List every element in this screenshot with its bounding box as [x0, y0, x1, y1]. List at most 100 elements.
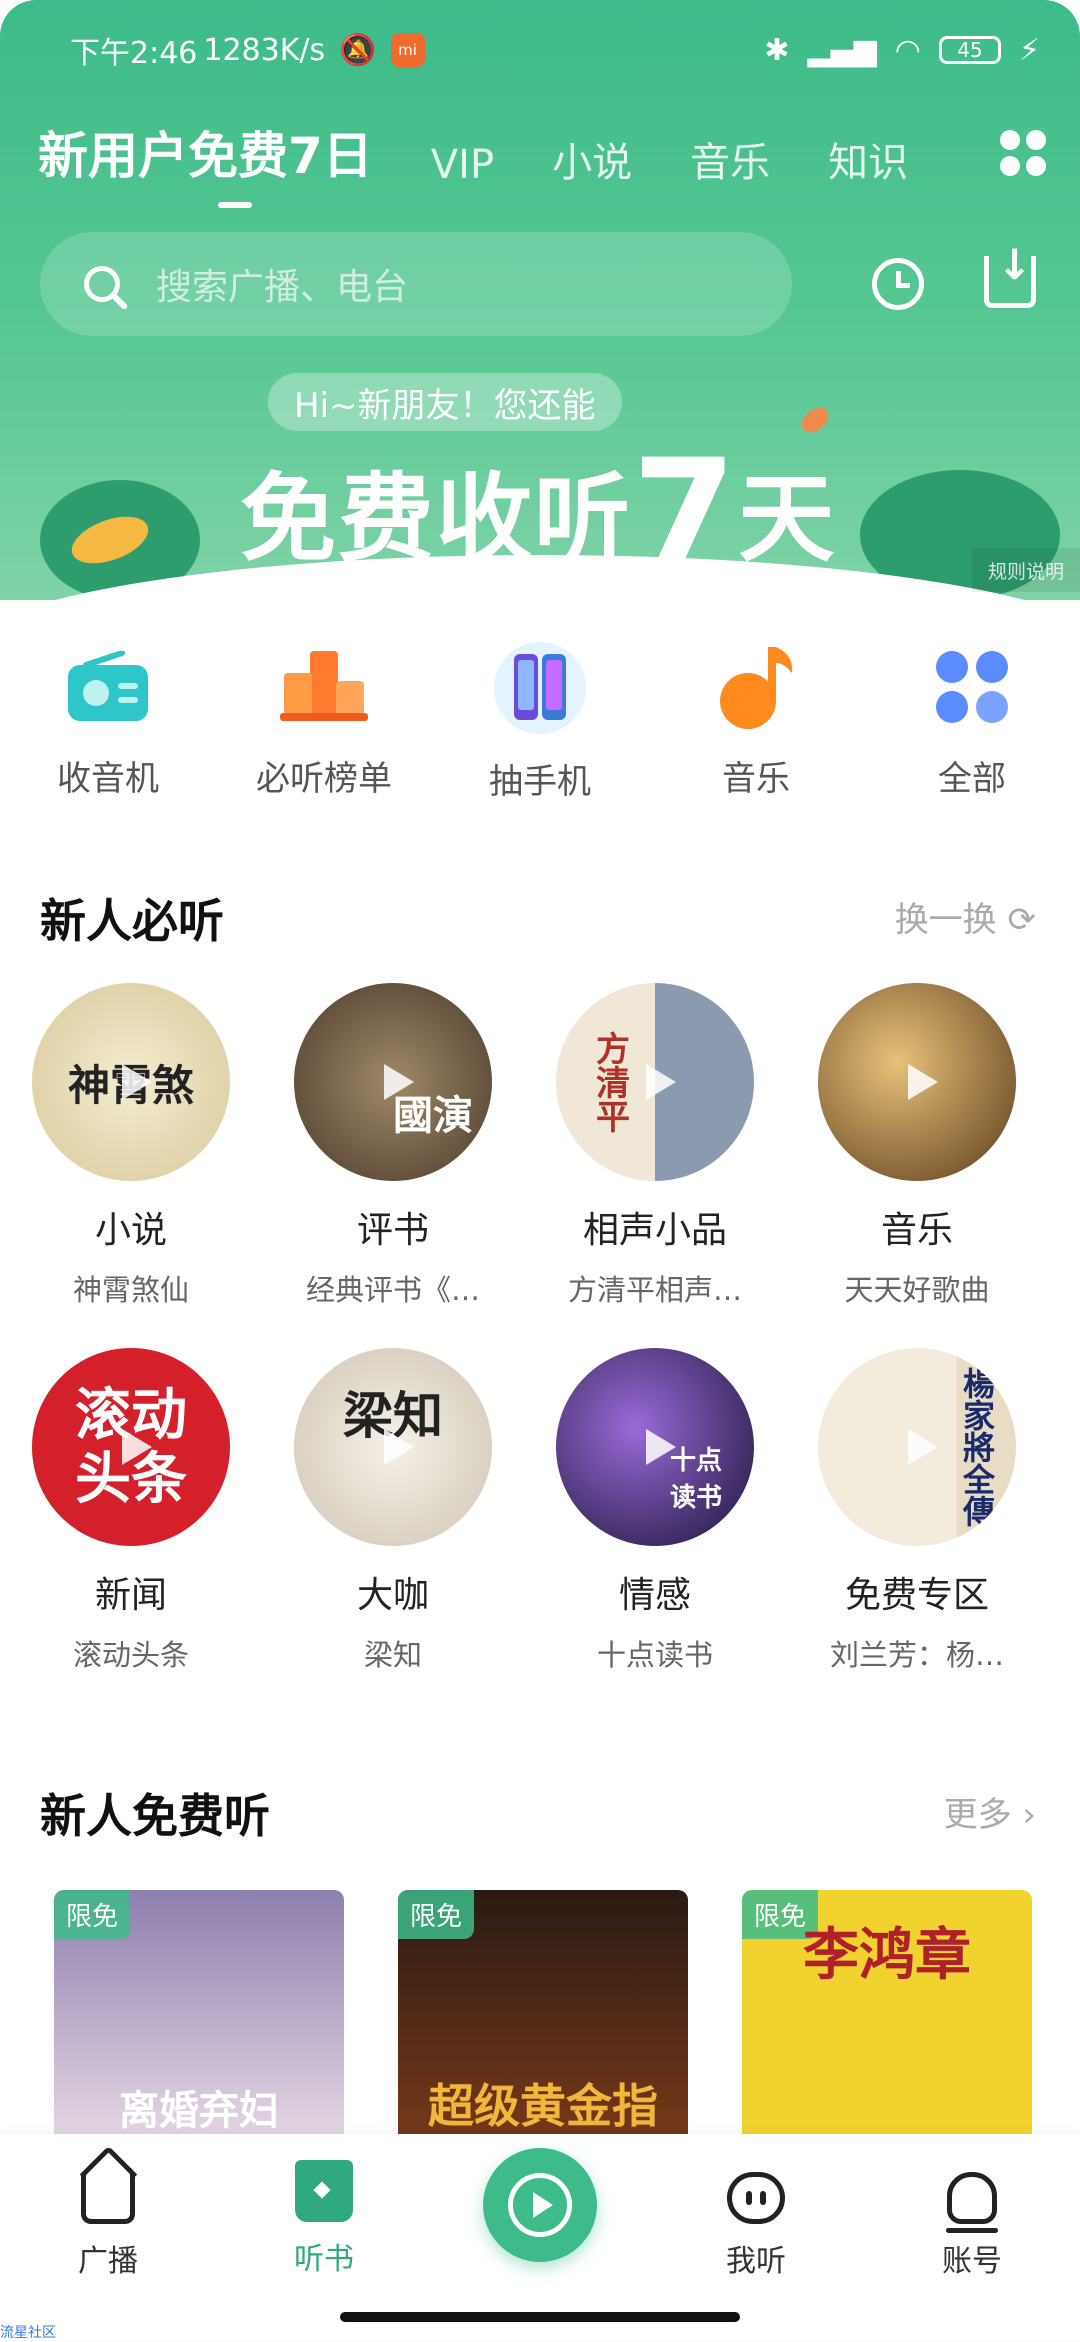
category-label: 抽手机	[489, 762, 591, 802]
free-book-card[interactable]: 限免 离婚弃妇	[54, 1890, 344, 2150]
nav-broadcast[interactable]: 广播	[0, 2134, 216, 2340]
book-cover-text: 李鸿章	[803, 1922, 971, 1988]
album-card[interactable]: 十点读书 情感 十点读书	[524, 1348, 786, 1674]
play-icon	[384, 1064, 414, 1100]
album-card[interactable]: 方清平 相声小品 方清平相声…	[524, 983, 786, 1309]
category-all[interactable]: 全部	[864, 640, 1080, 800]
nav-label: 听书	[294, 2242, 354, 2277]
album-title: 新闻	[94, 1575, 167, 1616]
chevron-right-icon: ›	[1022, 1795, 1036, 1835]
free-badge: 限免	[54, 1890, 131, 1939]
free-book-card[interactable]: 限免 李鸿章	[742, 1890, 1032, 2150]
album-subtitle: 梁知	[363, 1638, 422, 1672]
album-cover: 楊家將全傳	[818, 1348, 1016, 1546]
banner-greeting: Hi~新朋友！您还能	[268, 373, 622, 431]
nav-my-listen[interactable]: 我听	[648, 2134, 864, 2340]
category-music[interactable]: 音乐	[648, 640, 864, 800]
nav-account[interactable]: 账号	[864, 2134, 1080, 2340]
album-subtitle: 刘兰芳：杨…	[829, 1638, 1004, 1672]
free-book-row: 限免 离婚弃妇 限免 超级黄金指 限免 李鸿章	[54, 1890, 1032, 2150]
free-badge: 限免	[398, 1890, 475, 1939]
robot-icon	[727, 2172, 785, 2224]
album-row-2: 滚动头条 新闻 滚动头条 梁知 大咖 梁知 十点读书 情感 十点读书 楊家將全傳…	[0, 1348, 1080, 1674]
cover-text: 方清平	[589, 1031, 630, 1133]
music-note-icon	[708, 640, 804, 733]
album-title: 小说	[94, 1210, 167, 1251]
nav-center-play[interactable]	[432, 2134, 648, 2340]
album-cover: 神霄煞	[32, 983, 230, 1181]
album-card[interactable]: 楊家將全傳 免费专区 刘兰芳：杨…	[786, 1348, 1048, 1674]
phone-icon	[492, 640, 588, 736]
play-icon	[908, 1429, 938, 1465]
album-card[interactable]: 音乐 天天好歌曲	[786, 983, 1048, 1309]
section-title-free: 新人免费听	[40, 1789, 270, 1843]
wifi-icon: ◠	[894, 32, 921, 68]
banner-suffix: 天	[738, 463, 837, 575]
album-card[interactable]: 神霄煞 小说 神霄煞仙	[0, 983, 262, 1309]
book-cover-text: 超级黄金指	[428, 2079, 658, 2133]
bottom-nav: 广播 听书 我听 账号	[0, 2134, 1080, 2340]
home-indicator[interactable]	[340, 2312, 740, 2322]
search-bar[interactable]: 搜索广播、电台	[40, 232, 792, 336]
bell-off-icon: 🔕	[339, 32, 377, 68]
nav-audiobook[interactable]: 听书	[216, 2134, 432, 2340]
status-speed: 1283K/s	[203, 32, 326, 68]
status-bar: 下午2:46 1283K/s 🔕 mi ✱ ▂▄▆ ◠ 45 ⚡	[70, 30, 1040, 72]
category-phone-draw[interactable]: 抽手机	[432, 640, 648, 802]
miui-icon: mi	[390, 33, 425, 67]
album-card[interactable]: 國演 评书 经典评书《…	[262, 983, 524, 1309]
grid-icon	[924, 640, 1020, 733]
play-icon	[646, 1429, 676, 1465]
search-icon	[84, 266, 120, 302]
album-title: 情感	[618, 1575, 691, 1616]
chart-icon	[276, 640, 372, 733]
category-label: 必听榜单	[256, 759, 392, 799]
play-icon	[384, 1429, 414, 1465]
more-label: 更多	[943, 1795, 1012, 1835]
charging-icon: ⚡	[1018, 32, 1040, 68]
nav-label: 我听	[726, 2244, 786, 2279]
category-row: 收音机 必听榜单 抽手机 音乐 全部	[0, 640, 1080, 802]
album-subtitle: 滚动头条	[72, 1638, 189, 1672]
tab-knowledge[interactable]: 知识	[828, 130, 908, 188]
play-center-icon	[483, 2148, 597, 2262]
rules-button[interactable]: 规则说明	[972, 548, 1080, 592]
album-title: 大咖	[356, 1575, 429, 1616]
bluetooth-icon: ✱	[764, 32, 790, 68]
album-subtitle: 十点读书	[596, 1638, 713, 1672]
nav-label: 广播	[78, 2244, 138, 2279]
refresh-button[interactable]: 换一换 ⟳	[895, 892, 1036, 941]
album-title: 音乐	[880, 1210, 953, 1251]
album-subtitle: 经典评书《…	[305, 1273, 480, 1307]
category-label: 收音机	[57, 759, 159, 799]
play-icon	[122, 1429, 152, 1465]
history-icon[interactable]	[872, 258, 924, 310]
album-title: 免费专区	[844, 1575, 989, 1616]
album-cover: 滚动头条	[32, 1348, 230, 1546]
album-cover: 十点读书	[556, 1348, 754, 1546]
tab-new-user[interactable]: 新用户免费7日	[38, 116, 373, 208]
category-must-listen-chart[interactable]: 必听榜单	[216, 640, 432, 800]
category-label: 全部	[938, 759, 1006, 799]
album-cover: 方清平	[556, 983, 754, 1181]
tab-vip[interactable]: VIP	[431, 142, 494, 188]
tab-novel[interactable]: 小说	[552, 130, 632, 188]
album-cover: 梁知	[294, 1348, 492, 1546]
album-subtitle: 方清平相声…	[567, 1273, 742, 1307]
cover-text: 十点读书	[670, 1446, 723, 1513]
album-subtitle: 天天好歌曲	[844, 1273, 990, 1307]
download-icon[interactable]	[984, 240, 1036, 308]
category-radio[interactable]: 收音机	[0, 640, 216, 800]
top-tabs: 新用户免费7日 VIP 小说 音乐 知识	[38, 116, 1080, 208]
category-label: 音乐	[722, 759, 790, 799]
play-icon	[646, 1064, 676, 1100]
account-icon	[946, 2172, 998, 2233]
category-grid-icon[interactable]	[1000, 130, 1046, 176]
more-button[interactable]: 更多 ›	[944, 1787, 1036, 1836]
album-card[interactable]: 滚动头条 新闻 滚动头条	[0, 1348, 262, 1674]
play-icon	[122, 1064, 152, 1100]
free-book-card[interactable]: 限免 超级黄金指	[398, 1890, 688, 2150]
tab-music[interactable]: 音乐	[690, 130, 770, 188]
nav-label: 账号	[942, 2244, 1002, 2279]
album-card[interactable]: 梁知 大咖 梁知	[262, 1348, 524, 1674]
